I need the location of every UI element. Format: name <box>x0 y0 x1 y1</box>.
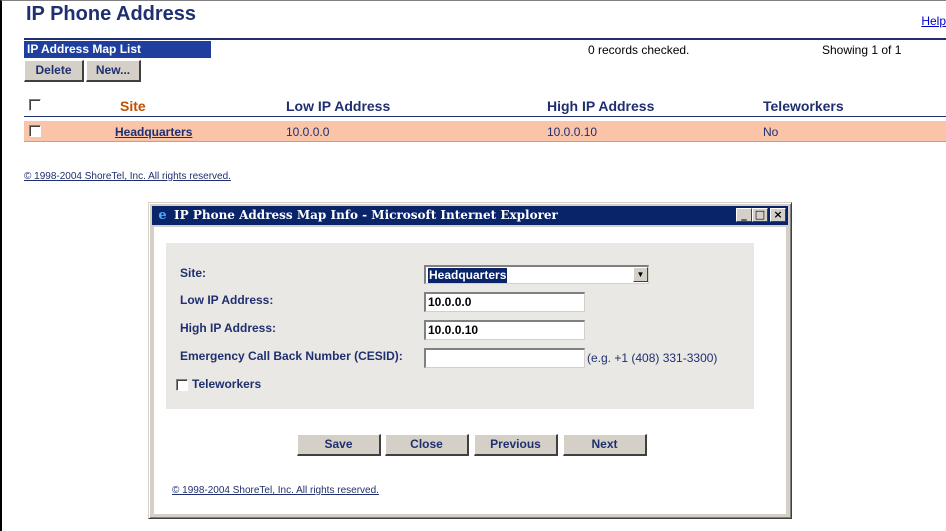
chevron-down-icon[interactable]: ▼ <box>633 267 648 282</box>
high-ip-cell: 10.0.0.10 <box>547 125 598 139</box>
low-ip-input[interactable]: 10.0.0.0 <box>424 292 585 312</box>
teleworkers-checkbox[interactable] <box>176 379 188 391</box>
site-select-value: Headquarters <box>428 268 508 283</box>
low-ip-label: Low IP Address: <box>180 293 274 307</box>
teleworkers-cell: No <box>763 125 779 139</box>
list-header: IP Address Map List <box>24 41 211 58</box>
minimize-button[interactable]: _ <box>736 208 752 222</box>
close-button[interactable]: Close <box>385 434 469 456</box>
cesid-hint: (e.g. +1 (408) 331-3300) <box>587 351 718 365</box>
table-header: Site Low IP Address High IP Address Tele… <box>24 95 946 117</box>
high-ip-label: High IP Address: <box>180 321 277 335</box>
form-panel: Site: Headquarters ▼ Low IP Address: 10.… <box>166 243 754 409</box>
column-header-teleworkers: Teleworkers <box>763 98 844 114</box>
select-all-checkbox[interactable] <box>29 99 41 111</box>
column-header-high-ip: High IP Address <box>547 98 655 114</box>
column-header-low-ip: Low IP Address <box>286 98 391 114</box>
page-title: IP Phone Address <box>26 3 197 25</box>
maximize-button[interactable]: □ <box>752 208 768 222</box>
dialog-titlebar[interactable]: e IP Phone Address Map Info - Microsoft … <box>152 206 788 225</box>
dialog-body: Site: Headquarters ▼ Low IP Address: 10.… <box>154 227 786 514</box>
title-divider <box>24 38 946 40</box>
teleworkers-label: Teleworkers <box>192 377 262 391</box>
next-button[interactable]: Next <box>563 434 647 456</box>
dialog-copyright-link[interactable]: © 1998-2004 ShoreTel, Inc. All rights re… <box>172 485 379 496</box>
copyright-link[interactable]: © 1998-2004 ShoreTel, Inc. All rights re… <box>24 171 231 182</box>
cesid-input[interactable] <box>424 348 585 368</box>
delete-button[interactable]: Delete <box>24 60 84 82</box>
table-row[interactable]: Headquarters 10.0.0.0 10.0.0.10 No <box>24 121 946 142</box>
dialog-title: IP Phone Address Map Info - Microsoft In… <box>174 208 558 222</box>
save-button[interactable]: Save <box>297 434 381 456</box>
column-header-site[interactable]: Site <box>120 98 146 114</box>
records-checked-status: 0 records checked. <box>588 43 690 57</box>
address-map-dialog: e IP Phone Address Map Info - Microsoft … <box>148 202 792 519</box>
cesid-label: Emergency Call Back Number (CESID): <box>180 349 403 363</box>
site-select[interactable]: Headquarters ▼ <box>424 265 649 284</box>
row-checkbox[interactable] <box>29 125 41 137</box>
paging-status: Showing 1 of 1 <box>822 43 902 57</box>
low-ip-cell: 10.0.0.0 <box>286 125 330 139</box>
site-link[interactable]: Headquarters <box>115 125 192 139</box>
high-ip-input[interactable]: 10.0.0.10 <box>424 320 585 340</box>
window-close-button[interactable]: × <box>770 208 786 222</box>
new-button[interactable]: New... <box>86 60 141 82</box>
previous-button[interactable]: Previous <box>474 434 558 456</box>
help-link[interactable]: Help <box>921 14 946 28</box>
internet-explorer-icon: e <box>158 208 167 223</box>
site-label: Site: <box>180 266 207 280</box>
